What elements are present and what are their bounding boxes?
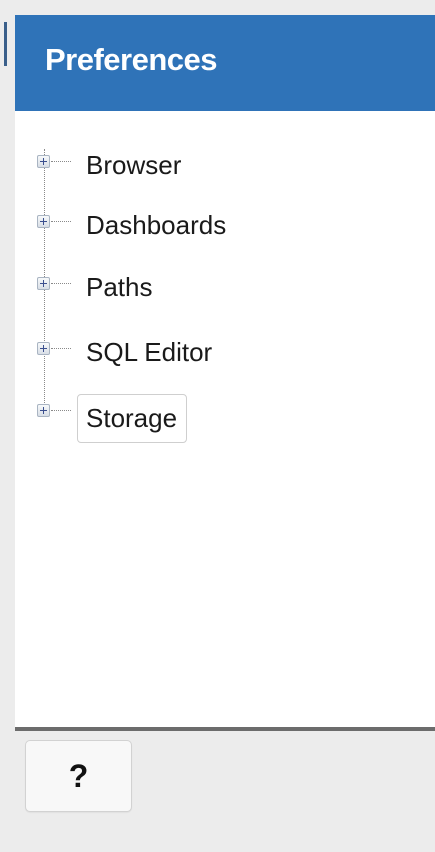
plus-expander-icon[interactable] [37, 155, 50, 168]
tree-item-label[interactable]: SQL Editor [77, 332, 222, 372]
tree-branch-line [51, 161, 71, 162]
tree-item-label[interactable]: Paths [77, 267, 163, 307]
tree-branch-line [51, 410, 71, 411]
tree-branch-line [51, 221, 71, 222]
tree-item-label[interactable]: Browser [77, 145, 191, 185]
plus-expander-icon[interactable] [37, 215, 50, 228]
help-button[interactable]: ? [25, 740, 132, 812]
tree-item-paths[interactable]: Paths [15, 267, 435, 307]
tree-branch-line [51, 283, 71, 284]
plus-expander-icon[interactable] [37, 342, 50, 355]
panel-footer: ? [15, 727, 435, 852]
left-edge-frame [0, 0, 15, 833]
preferences-panel: Preferences Browser Dashboards Paths SQL… [15, 15, 435, 852]
preferences-tree: Browser Dashboards Paths SQL Editor Stor… [15, 111, 435, 741]
edge-marker [4, 22, 7, 66]
tree-item-label[interactable]: Storage [77, 394, 188, 443]
panel-header: Preferences [15, 15, 435, 111]
tree-item-browser[interactable]: Browser [15, 145, 435, 185]
tree-branch-line [51, 348, 71, 349]
tree-item-dashboards[interactable]: Dashboards [15, 205, 435, 245]
tree-item-storage[interactable]: Storage [15, 394, 435, 443]
tree-item-sql-editor[interactable]: SQL Editor [15, 332, 435, 372]
tree-item-label[interactable]: Dashboards [77, 205, 236, 245]
plus-expander-icon[interactable] [37, 404, 50, 417]
panel-title: Preferences [45, 42, 218, 77]
plus-expander-icon[interactable] [37, 277, 50, 290]
